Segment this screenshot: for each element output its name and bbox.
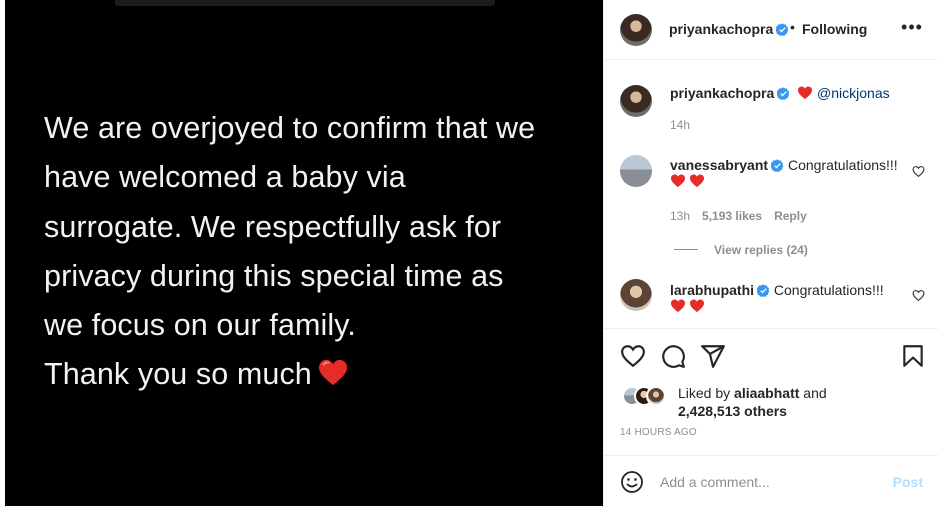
post-text-line: privacy during this special time as — [44, 258, 504, 293]
comment-bubble-icon[interactable] — [660, 343, 686, 369]
share-send-icon[interactable] — [700, 343, 726, 369]
caption-avatar[interactable] — [620, 85, 652, 117]
comment-meta: 13h 5,193 likes Reply — [670, 209, 819, 223]
add-comment-bar: Add a comment... Post — [604, 455, 938, 506]
comment-body: Congratulations!!! — [773, 282, 884, 298]
like-heart-icon[interactable] — [620, 343, 646, 369]
caption-username[interactable]: priyankachopra — [670, 85, 774, 101]
following-button[interactable]: Following — [802, 21, 867, 37]
post-header: priyankachopra • Following ••• — [604, 0, 938, 60]
clipped-text-top — [115, 0, 495, 6]
post-text-line-last: Thank you so much — [44, 350, 584, 399]
more-horizontal-icon[interactable]: ••• — [900, 18, 924, 38]
commenter-username[interactable]: larabhupathi — [670, 282, 754, 298]
liked-by-text[interactable]: Liked by aliaabhatt and 2,428,513 others — [678, 384, 827, 420]
red-heart-emoji-icon — [690, 299, 704, 313]
comments-list: priyankachopra @nickjonas 14h vanessabry… — [604, 61, 938, 328]
post-comment-button[interactable]: Post — [893, 474, 923, 490]
red-heart-emoji-icon — [690, 174, 704, 188]
comment-item: larabhupathi Congratulations!!! — [604, 273, 938, 328]
replies-dash — [674, 249, 698, 250]
commenter-username[interactable]: vanessabryant — [670, 157, 768, 173]
commenter-avatar[interactable] — [620, 279, 652, 311]
red-heart-emoji-icon — [671, 299, 685, 313]
comment-hearts — [670, 174, 705, 192]
liked-by-user[interactable]: aliaabhatt — [734, 385, 799, 401]
likes-count[interactable]: 2,428,513 others — [678, 403, 787, 419]
commenter-avatar[interactable] — [620, 155, 652, 187]
like-comment-heart-icon[interactable] — [912, 289, 925, 302]
caption-text: priyankachopra @nickjonas — [670, 84, 890, 102]
post-text-thanks: Thank you so much — [44, 357, 312, 392]
post-image-text: We are overjoyed to confirm that we have… — [44, 104, 584, 400]
emoji-smiley-icon[interactable] — [620, 470, 644, 494]
red-heart-emoji-icon — [671, 174, 685, 188]
caption-row: priyankachopra @nickjonas 14h — [604, 61, 938, 141]
comment-body: Congratulations!!! — [787, 157, 898, 173]
post-media[interactable]: We are overjoyed to confirm that we have… — [5, 0, 603, 506]
separator-dot: • — [790, 19, 795, 35]
caption-time: 14h — [670, 118, 691, 132]
post-text-line: we focus on our family. — [44, 308, 356, 343]
post-text-line: surrogate. We respectfully ask for — [44, 209, 502, 244]
comment-text: larabhupathi Congratulations!!! — [670, 281, 884, 299]
comment-item: vanessabryant Congratulations!!! 13h 5,19… — [604, 149, 938, 259]
red-heart-emoji-icon — [798, 86, 813, 100]
comment-input[interactable]: Add a comment... — [660, 474, 770, 490]
reply-button[interactable]: Reply — [774, 209, 807, 223]
like-comment-heart-icon[interactable] — [912, 165, 925, 178]
save-bookmark-icon[interactable] — [900, 343, 926, 369]
verified-badge-icon — [777, 87, 790, 100]
comment-hearts — [670, 299, 705, 317]
comment-likes[interactable]: 5,193 likes — [702, 209, 762, 223]
verified-badge-icon — [776, 23, 789, 36]
post-actions: Liked by aliaabhatt and 2,428,513 others… — [604, 328, 938, 455]
author-avatar[interactable] — [620, 14, 652, 46]
post-timestamp: 14 HOURS AGO — [620, 427, 697, 438]
comment-time: 13h — [670, 209, 691, 223]
comment-text: vanessabryant Congratulations!!! — [670, 156, 898, 174]
view-replies-button[interactable]: View replies (24) — [674, 243, 808, 257]
post-text-line: We are overjoyed to confirm that we — [44, 111, 536, 145]
verified-badge-icon — [757, 284, 770, 297]
mention-link[interactable]: @nickjonas — [817, 85, 890, 101]
verified-badge-icon — [771, 159, 784, 172]
liker-avatar — [646, 386, 666, 406]
red-heart-emoji-icon — [318, 360, 347, 386]
author-username[interactable]: priyankachopra — [669, 21, 789, 37]
post-sidebar: priyankachopra • Following ••• priyankac… — [603, 0, 938, 506]
post-text-line: have welcomed a baby via — [44, 160, 406, 195]
